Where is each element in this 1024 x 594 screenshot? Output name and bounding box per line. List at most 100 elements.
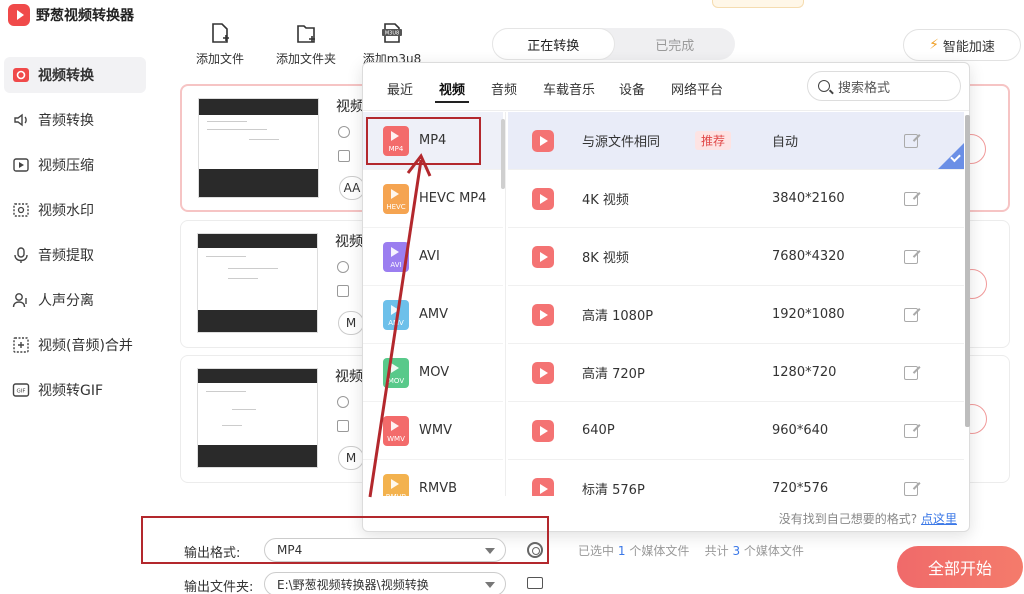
add-folder-label: 添加文件夹 — [275, 52, 336, 66]
preset-row[interactable]: 8K 视频 7680*4320 — [508, 228, 964, 286]
sidebar-item-watermark[interactable]: 视频水印 — [4, 192, 146, 228]
tab-audio[interactable]: 音频 — [491, 79, 517, 98]
preset-row[interactable]: 标清 576P 720*576 — [508, 460, 964, 496]
clock-icon — [338, 126, 350, 138]
edit-icon[interactable] — [904, 192, 918, 206]
format-item-avi[interactable]: AVI AVI — [363, 228, 503, 286]
edit-icon[interactable] — [904, 134, 918, 148]
sidebar-item-label: 视频压缩 — [38, 158, 94, 174]
format-file-icon: AMV — [383, 299, 409, 330]
sidebar-item-video-compress[interactable]: 视频压缩 — [4, 147, 146, 183]
folder-icon[interactable] — [527, 577, 543, 589]
format-file-icon: WMV — [383, 415, 409, 446]
add-file-label: 添加文件 — [195, 52, 244, 66]
smart-speed-button[interactable]: ⚡ 智能加速 — [903, 29, 1021, 61]
tab-video[interactable]: 视频 — [434, 79, 470, 103]
search-placeholder: 搜索格式 — [838, 80, 891, 96]
format-icon-tag: AVI — [390, 260, 402, 269]
footer-text: 没有找到自己想要的格式? — [778, 512, 918, 526]
format-file-icon: MOV — [383, 357, 409, 388]
format-item-mov[interactable]: MOV MOV — [363, 344, 503, 402]
sidebar-item-gif[interactable]: GIF 视频转GIF — [4, 372, 146, 408]
tab-recent[interactable]: 最近 — [387, 79, 413, 98]
start-all-button[interactable]: 全部开始 — [897, 546, 1023, 588]
add-m3u8-button[interactable]: M3U8 添加m3u8 — [352, 22, 432, 67]
format-category-tabs: 最近 视频 音频 车载音乐 设备 网络平台 搜索格式 — [363, 63, 969, 111]
add-folder-button[interactable]: 添加文件夹 — [266, 22, 346, 67]
sidebar-item-merge[interactable]: 视频(音频)合并 — [4, 327, 146, 363]
audio-track-pill[interactable]: M — [338, 446, 364, 470]
preset-name: 8K 视频 — [582, 251, 629, 266]
status-total-suffix: 个媒体文件 — [743, 544, 804, 558]
format-icon-tag: AMV — [388, 318, 404, 327]
video-play-icon — [532, 304, 554, 326]
notice-strip — [712, 0, 804, 8]
format-item-hevc-mp4[interactable]: HEVC HEVC MP4 — [363, 170, 503, 228]
output-folder-select[interactable]: E:\野葱视频转换器\视频转换 — [264, 572, 506, 594]
file-size-icon — [337, 420, 349, 432]
preset-resolution: 1280*720 — [772, 365, 837, 380]
tab-web-platform[interactable]: 网络平台 — [671, 79, 723, 98]
m3u8-badge-text: M3U8 — [385, 31, 399, 37]
tab-converting[interactable]: 正在转换 — [492, 28, 615, 60]
tab-done[interactable]: 已完成 — [615, 28, 736, 60]
format-file-icon: AVI — [383, 241, 409, 272]
format-search-input[interactable]: 搜索格式 — [807, 71, 961, 101]
sidebar-item-audio-extract[interactable]: 音频提取 — [4, 237, 146, 273]
status-selected-prefix: 已选中 — [578, 544, 615, 558]
add-file-button[interactable]: 添加文件 — [180, 22, 260, 67]
add-file-icon — [209, 22, 231, 46]
video-thumbnail — [198, 98, 319, 198]
m3u8-icon: M3U8 — [381, 22, 403, 46]
format-label: AVI — [419, 249, 440, 264]
sidebar-item-audio-convert[interactable]: 音频转换 — [4, 102, 146, 138]
edit-icon[interactable] — [904, 482, 918, 496]
preset-list-scrollbar[interactable] — [965, 115, 970, 427]
video-convert-icon — [12, 66, 30, 84]
sidebar-item-video-convert[interactable]: 视频转换 — [4, 57, 146, 93]
selection-status: 已选中 1 个媒体文件 共计 3 个媒体文件 — [578, 542, 804, 559]
video-play-icon — [532, 130, 554, 152]
clock-icon — [337, 261, 349, 273]
preset-name: 高清 1080P — [582, 309, 654, 324]
chevron-down-icon — [485, 582, 495, 588]
app-logo: 野葱视频转换器 — [8, 2, 134, 28]
preset-row[interactable]: 与源文件相同 推荐 自动 — [508, 112, 964, 170]
file-size-icon — [338, 150, 350, 162]
edit-icon[interactable] — [904, 308, 918, 322]
edit-icon[interactable] — [904, 250, 918, 264]
edit-icon[interactable] — [904, 424, 918, 438]
clock-icon — [337, 396, 349, 408]
tab-device[interactable]: 设备 — [619, 79, 645, 98]
format-list: MP4 MP4 HEVC HEVC MP4 AVI AVI AMV AMV MOV MOV WMV W… — [363, 112, 503, 496]
preset-row[interactable]: 640P 960*640 — [508, 402, 964, 460]
preset-list: 与源文件相同 推荐 自动 4K 视频 3840*2160 8K 视频 7680*4320 高清… — [508, 112, 964, 496]
format-item-amv[interactable]: AMV AMV — [363, 286, 503, 344]
preset-name: 标清 576P — [582, 483, 645, 496]
preset-resolution: 7680*4320 — [772, 249, 845, 264]
popup-footer: 没有找到自己想要的格式? 点这里 — [779, 510, 957, 527]
format-item-rmvb[interactable]: RMVB RMVB — [363, 460, 503, 496]
preset-row[interactable]: 高清 720P 1280*720 — [508, 344, 964, 402]
sidebar-item-label: 人声分离 — [38, 293, 94, 309]
sidebar: 野葱视频转换器 视频转换 音频转换 视频压缩 视频水印 音频提取 人声分离 视频… — [0, 0, 165, 594]
audio-track-pill[interactable]: M — [338, 311, 364, 335]
edit-icon[interactable] — [904, 366, 918, 380]
video-thumbnail — [197, 368, 318, 468]
video-play-icon — [532, 188, 554, 210]
preset-row[interactable]: 高清 1080P 1920*1080 — [508, 286, 964, 344]
logo-icon — [8, 4, 30, 26]
format-icon-tag: MOV — [387, 376, 405, 385]
video-play-icon — [532, 362, 554, 384]
annotation-highlight-mp4 — [366, 117, 481, 165]
format-icon-tag: HEVC — [386, 202, 406, 211]
footer-link[interactable]: 点这里 — [921, 512, 957, 526]
selected-count: 1 — [617, 544, 626, 558]
add-folder-icon — [295, 22, 317, 46]
watermark-icon — [12, 201, 30, 219]
tab-car-music[interactable]: 车载音乐 — [543, 79, 595, 98]
format-item-wmv[interactable]: WMV WMV — [363, 402, 503, 460]
sidebar-item-voice-separate[interactable]: 人声分离 — [4, 282, 146, 318]
video-play-icon — [532, 478, 554, 496]
preset-row[interactable]: 4K 视频 3840*2160 — [508, 170, 964, 228]
